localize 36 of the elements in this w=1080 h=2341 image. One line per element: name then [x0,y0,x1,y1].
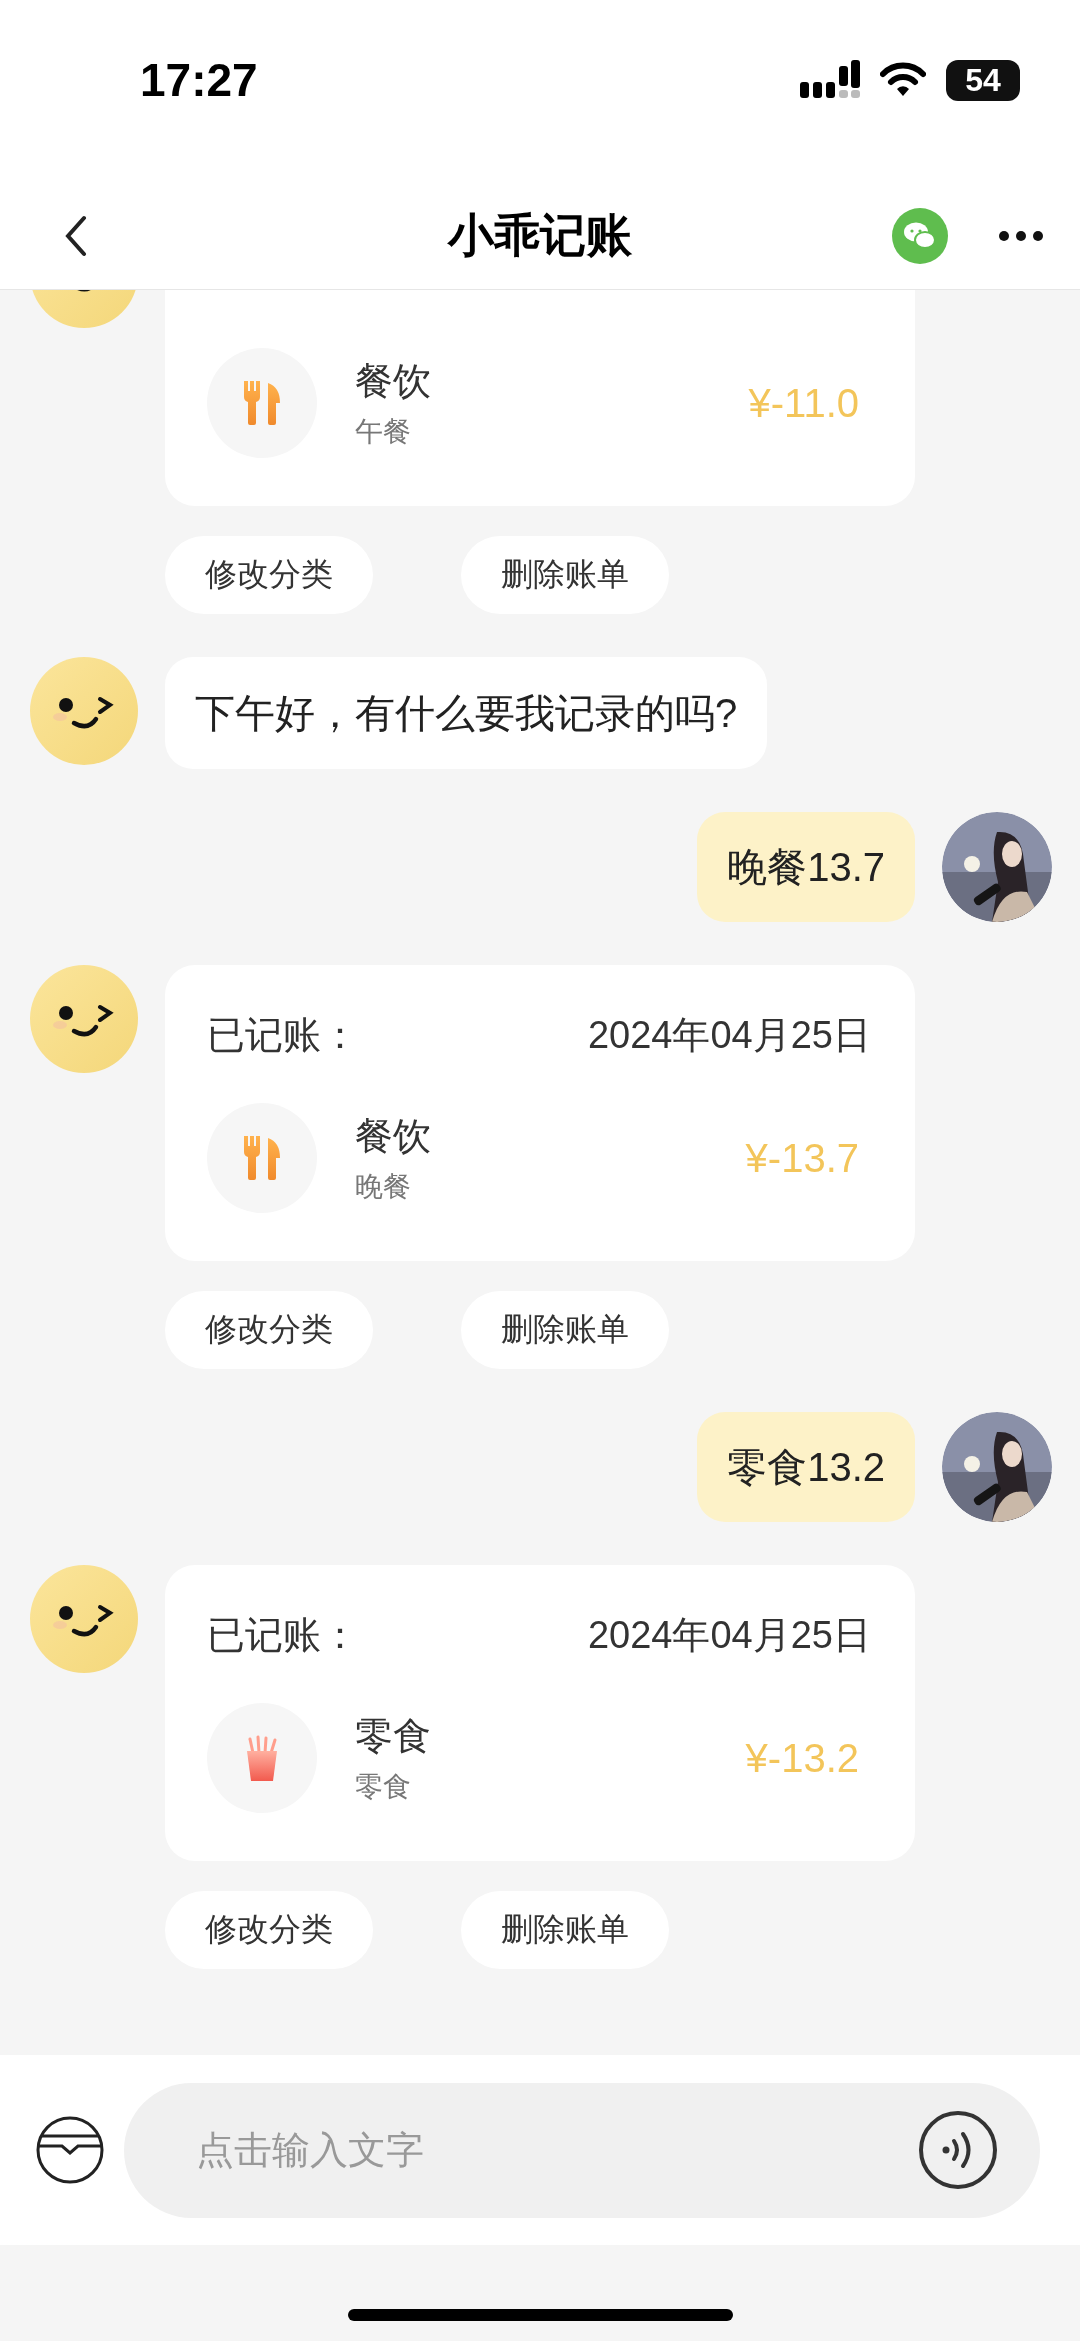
page-title: 小乖记账 [448,207,632,263]
bill-amount: ¥-13.2 [745,1735,859,1781]
voice-icon[interactable] [918,2110,998,2190]
bill-amount: ¥-13.7 [745,1135,859,1181]
fork-knife-icon [242,1136,282,1180]
edit-category-button[interactable]: 修改分类 [165,1891,373,1969]
delete-bill-button[interactable]: 删除账单 [461,1291,669,1369]
fork-knife-icon [242,381,282,425]
message-input[interactable]: 点击输入文字 [194,2127,918,2173]
user-message: 零食13.2 [697,1412,915,1522]
more-icon[interactable] [998,229,1044,242]
edit-category-button[interactable]: 修改分类 [165,1291,373,1369]
delete-bill-button[interactable]: 删除账单 [461,1891,669,1969]
bill-date: 2024年04月25日 [587,1613,871,1658]
category-name: 餐饮 [355,1113,432,1159]
wallet-icon[interactable] [36,2116,104,2184]
fries-icon [244,1735,280,1781]
wifi-icon [880,62,926,98]
bill-status: 已记账： [207,1013,359,1058]
bot-message: 下午好，有什么要我记录的吗? [165,657,768,769]
signal-icon [800,60,860,100]
delete-bill-button[interactable]: 删除账单 [461,536,669,614]
category-name: 零食 [355,1713,432,1759]
edit-category-button[interactable]: 修改分类 [165,536,373,614]
back-button[interactable] [64,213,88,258]
user-message: 晚餐13.7 [697,812,915,922]
message-field[interactable]: 点击输入文字 [124,2082,1040,2218]
category-name: 餐饮 [355,358,432,404]
battery-level: 54 [946,59,1020,101]
bill-note: 零食 [355,1769,412,1804]
bill-note: 午餐 [355,414,412,449]
bill-status: 已记账： [207,1613,359,1658]
bill-amount: ¥-11.0 [748,380,859,426]
bill-note: 晚餐 [355,1169,412,1204]
bill-date: 2024年04月25日 [587,1013,871,1058]
clock-time: 17:27 [140,53,258,107]
